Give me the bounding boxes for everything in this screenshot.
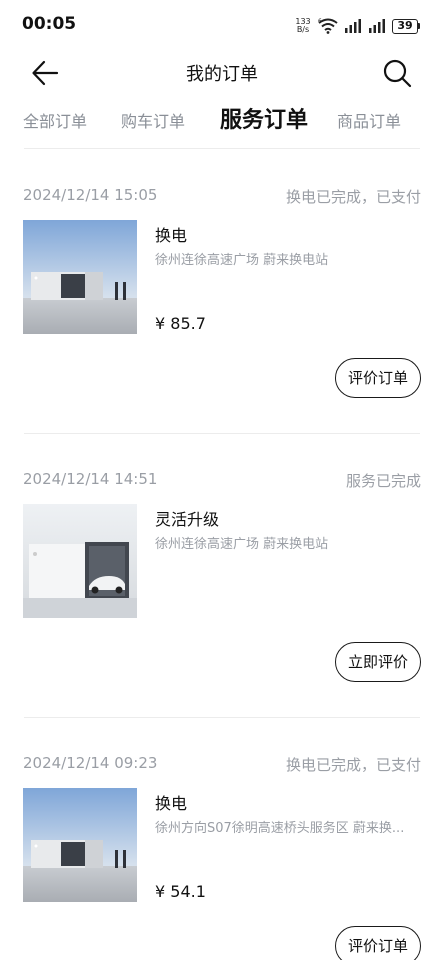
status-time: 00:05 [22, 14, 77, 34]
order-thumbnail [23, 220, 137, 334]
order-status: 换电已完成，已支付 [285, 188, 421, 206]
order-status: 服务已完成 [345, 472, 421, 490]
battery-tip [418, 23, 420, 29]
order-thumbnail [23, 788, 137, 902]
page-title: 我的订单 [186, 64, 258, 85]
order-price: ¥ 54.1 [155, 882, 206, 901]
order-thumbnail [23, 504, 137, 618]
rate-order-button[interactable]: 评价订单 [334, 926, 421, 960]
tab-all-orders[interactable]: 全部订单 [23, 108, 87, 132]
order-time: 2024/12/14 14:51 [23, 470, 158, 488]
order-card[interactable]: 2024/12/14 09:23 换电已完成，已支付 换电 徐州方向S07徐明高… [0, 718, 444, 960]
order-location: 徐州方向S07徐明高速桥头服务区 蔚来换... [155, 821, 405, 836]
order-name: 灵活升级 [155, 510, 220, 529]
rate-now-button[interactable]: 立即评价 [334, 642, 421, 682]
order-name: 换电 [155, 794, 188, 813]
signal-icon [369, 19, 385, 33]
wifi-icon: 6 [318, 18, 338, 34]
order-name: 换电 [155, 226, 188, 245]
network-speed: 133 B/s [294, 18, 312, 34]
order-tabs: 全部订单 购车订单 服务订单 商品订单 [0, 100, 444, 144]
order-price: ¥ 85.7 [155, 314, 206, 333]
battery-level: 39 [392, 18, 418, 34]
search-button[interactable] [380, 56, 414, 90]
signal-icon [345, 19, 361, 33]
status-icons: 133 B/s 6 39 [294, 16, 420, 36]
order-time: 2024/12/14 15:05 [23, 186, 158, 204]
order-location: 徐州连徐高速广场 蔚来换电站 [155, 253, 329, 268]
order-card[interactable]: 2024/12/14 15:05 换电已完成，已支付 换电 徐州连徐高速广场 蔚… [0, 150, 444, 434]
tab-product-orders[interactable]: 商品订单 [337, 108, 401, 132]
network-speed-unit: B/s [296, 25, 310, 34]
order-status: 换电已完成，已支付 [285, 756, 421, 774]
tabs-divider [24, 148, 420, 149]
svg-text:6: 6 [318, 18, 322, 25]
order-location: 徐州连徐高速广场 蔚来换电站 [155, 537, 329, 552]
order-card[interactable]: 2024/12/14 14:51 服务已完成 灵活升级 徐州连徐高速广场 蔚来换… [0, 434, 444, 718]
nav-bar: 我的订单 [0, 50, 444, 94]
tab-service-orders[interactable]: 服务订单 [220, 102, 308, 134]
tab-car-orders[interactable]: 购车订单 [121, 108, 185, 132]
status-bar: 00:05 133 B/s 6 39 [0, 0, 444, 50]
battery-icon: 39 [392, 18, 420, 34]
order-time: 2024/12/14 09:23 [23, 754, 158, 772]
rate-order-button[interactable]: 评价订单 [334, 358, 421, 398]
search-icon [383, 59, 412, 88]
